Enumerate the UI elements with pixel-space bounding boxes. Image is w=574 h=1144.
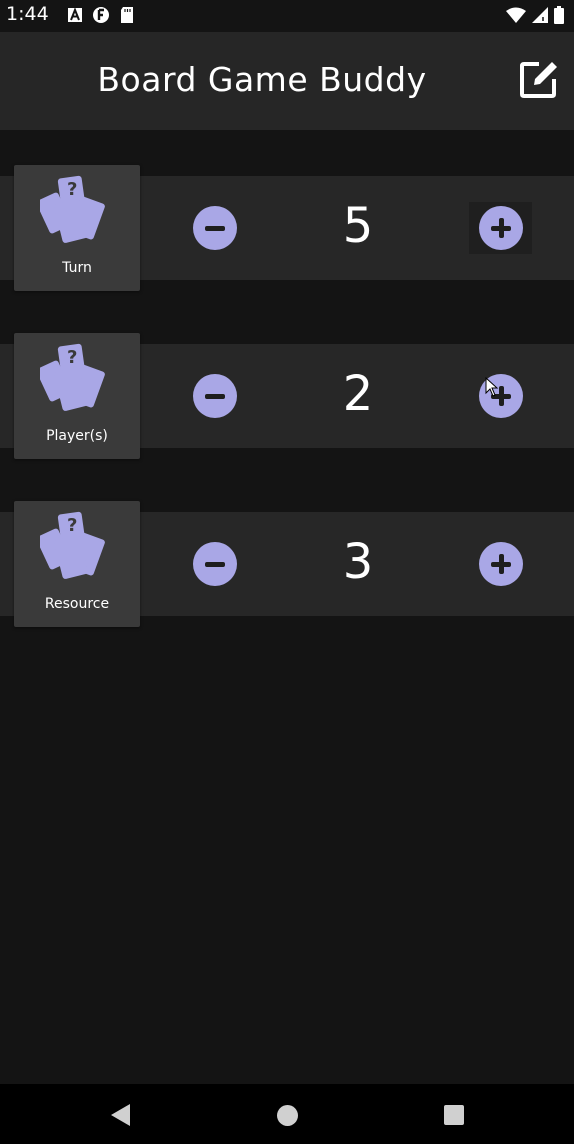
home-icon[interactable] <box>277 1105 298 1126</box>
mouse-cursor-icon <box>485 377 499 397</box>
decrement-turn-button[interactable] <box>193 206 237 250</box>
font-notification-icon <box>66 6 84 24</box>
fdroid-notification-icon <box>92 6 110 24</box>
svg-text:?: ? <box>67 347 77 368</box>
notification-icons <box>66 6 136 24</box>
minus-icon <box>205 393 225 399</box>
recents-icon[interactable] <box>444 1105 464 1125</box>
counter-value-resource: 3 <box>342 534 374 590</box>
svg-text:?: ? <box>67 179 77 200</box>
wifi-icon <box>506 7 526 27</box>
svg-text:?: ? <box>67 515 77 536</box>
cell-signal-icon <box>532 7 548 27</box>
counter-label: Player(s) <box>46 428 108 444</box>
edit-button[interactable] <box>514 56 562 104</box>
counter-tile-resource[interactable]: ? Resource <box>14 501 140 627</box>
edit-square-icon <box>520 62 557 98</box>
status-bar: 1:44 <box>0 0 574 32</box>
back-icon[interactable] <box>108 1102 132 1128</box>
plus-icon <box>491 554 511 574</box>
battery-icon <box>554 6 564 28</box>
decrement-players-button[interactable] <box>193 374 237 418</box>
status-time: 1:44 <box>6 3 49 25</box>
counter-tile-turn[interactable]: ? Turn <box>14 165 140 291</box>
counter-value-turn: 5 <box>342 198 374 254</box>
minus-icon <box>205 225 225 231</box>
system-status-icons <box>506 6 564 28</box>
counter-label: Resource <box>44 596 110 612</box>
cards-question-icon: ? <box>40 175 105 243</box>
increment-resource-button[interactable] <box>479 542 523 586</box>
app-bar: Board Game Buddy <box>0 32 574 130</box>
counter-value-players: 2 <box>342 366 374 422</box>
cards-question-icon: ? <box>40 511 105 579</box>
increment-turn-button[interactable] <box>479 206 523 250</box>
sd-card-icon <box>118 6 136 24</box>
plus-icon <box>491 218 511 238</box>
counter-label: Turn <box>62 260 92 276</box>
cards-question-icon: ? <box>40 343 105 411</box>
decrement-resource-button[interactable] <box>193 542 237 586</box>
minus-icon <box>205 561 225 567</box>
counter-tile-players[interactable]: ? Player(s) <box>14 333 140 459</box>
app-title: Board Game Buddy <box>97 60 427 99</box>
